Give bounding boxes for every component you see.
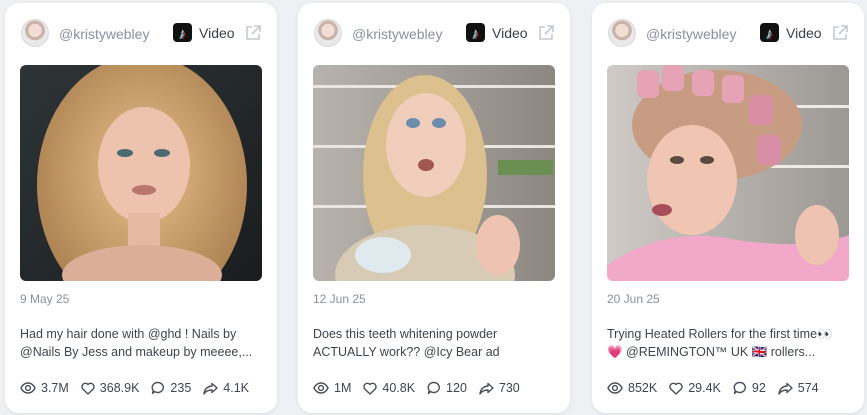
- caption-line: Does this teeth whitening powder: [313, 327, 498, 341]
- card-header: @kristywebley ♪ Video: [21, 19, 261, 49]
- creator-handle[interactable]: @kristywebley: [352, 26, 442, 42]
- share-icon: [778, 382, 793, 395]
- comment-icon: [733, 381, 746, 395]
- post-stats: 852K 29.4K 92 574: [607, 379, 831, 397]
- views-stat: 852K: [607, 381, 657, 395]
- external-link-icon[interactable]: [244, 24, 262, 42]
- likes-stat: 368.9K: [81, 381, 140, 395]
- comments-stat: 120: [427, 381, 467, 395]
- heart-icon: [669, 382, 683, 395]
- views-stat: 1M: [313, 381, 351, 395]
- post-card[interactable]: @kristywebley ♪ Video: [5, 3, 277, 413]
- content-type-label: Video: [199, 25, 235, 41]
- tiktok-icon: ♪: [760, 23, 779, 42]
- views-count: 1M: [334, 381, 352, 395]
- shares-stat: 4.1K: [203, 381, 249, 395]
- post-card[interactable]: @kristywebley ♪ Video: [592, 3, 864, 413]
- views-count: 852K: [628, 381, 658, 395]
- post-caption: Had my hair done with @ghd ! Nails by @N…: [20, 325, 265, 361]
- video-thumbnail[interactable]: [20, 65, 262, 281]
- comments-count: 120: [446, 381, 467, 395]
- shares-stat: 730: [479, 381, 520, 395]
- post-stats: 1M 40.8K 120 730: [313, 379, 532, 397]
- creator-handle[interactable]: @kristywebley: [59, 26, 149, 42]
- post-stats: 3.7M 368.9K 235 4.1K: [20, 379, 261, 397]
- avatar[interactable]: [608, 19, 636, 47]
- heart-icon: [363, 382, 378, 395]
- views-stat: 3.7M: [20, 381, 69, 395]
- likes-stat: 29.4K: [669, 381, 721, 395]
- external-link-icon[interactable]: [831, 24, 849, 42]
- post-date: 20 Jun 25: [607, 292, 660, 306]
- post-caption: Trying Heated Rollers for the first time…: [607, 325, 852, 361]
- tiktok-icon: ♪: [173, 23, 192, 42]
- video-thumbnail[interactable]: [607, 65, 849, 281]
- post-date: 12 Jun 25: [313, 292, 366, 306]
- external-link-icon[interactable]: [537, 24, 555, 42]
- shares-count: 4.1K: [223, 381, 249, 395]
- post-card[interactable]: @kristywebley ♪ Video: [298, 3, 570, 413]
- comments-stat: 235: [151, 381, 191, 395]
- shares-count: 730: [498, 381, 520, 395]
- comment-icon: [427, 381, 440, 395]
- likes-count: 368.9K: [99, 381, 140, 395]
- likes-count: 29.4K: [688, 381, 721, 395]
- comments-count: 235: [170, 381, 192, 395]
- avatar[interactable]: [21, 19, 49, 47]
- shares-count: 574: [797, 381, 819, 395]
- caption-line: Trying Heated Rollers for the first time…: [607, 327, 833, 341]
- share-icon: [479, 382, 494, 395]
- heart-icon: [81, 382, 95, 395]
- caption-line: 💗 @REMINGTON™ UK 🇬🇧 rollers...: [607, 345, 816, 359]
- share-icon: [203, 382, 218, 395]
- comments-stat: 92: [733, 381, 766, 395]
- video-thumbnail[interactable]: [313, 65, 555, 281]
- eye-icon: [313, 382, 329, 394]
- avatar[interactable]: [314, 19, 342, 47]
- comments-count: 92: [751, 381, 766, 395]
- views-count: 3.7M: [41, 381, 69, 395]
- creator-handle[interactable]: @kristywebley: [646, 26, 736, 42]
- card-header: @kristywebley ♪ Video: [608, 19, 848, 49]
- likes-stat: 40.8K: [363, 381, 415, 395]
- post-date: 9 May 25: [20, 292, 70, 306]
- eye-icon: [607, 382, 623, 394]
- caption-line: @Nails By Jess and makeup by meeee,...: [20, 345, 253, 359]
- post-caption: Does this teeth whitening powder ACTUALL…: [313, 325, 558, 361]
- eye-icon: [20, 382, 36, 394]
- likes-count: 40.8K: [382, 381, 416, 395]
- comment-icon: [151, 381, 165, 395]
- card-header: @kristywebley ♪ Video: [314, 19, 554, 49]
- content-type-label: Video: [492, 25, 528, 41]
- tiktok-icon: ♪: [466, 23, 485, 42]
- caption-line: Had my hair done with @ghd ! Nails by: [20, 327, 237, 341]
- content-type-label: Video: [786, 25, 822, 41]
- shares-stat: 574: [778, 381, 819, 395]
- caption-line: ACTUALLY work?? @Icy Bear ad: [313, 345, 500, 359]
